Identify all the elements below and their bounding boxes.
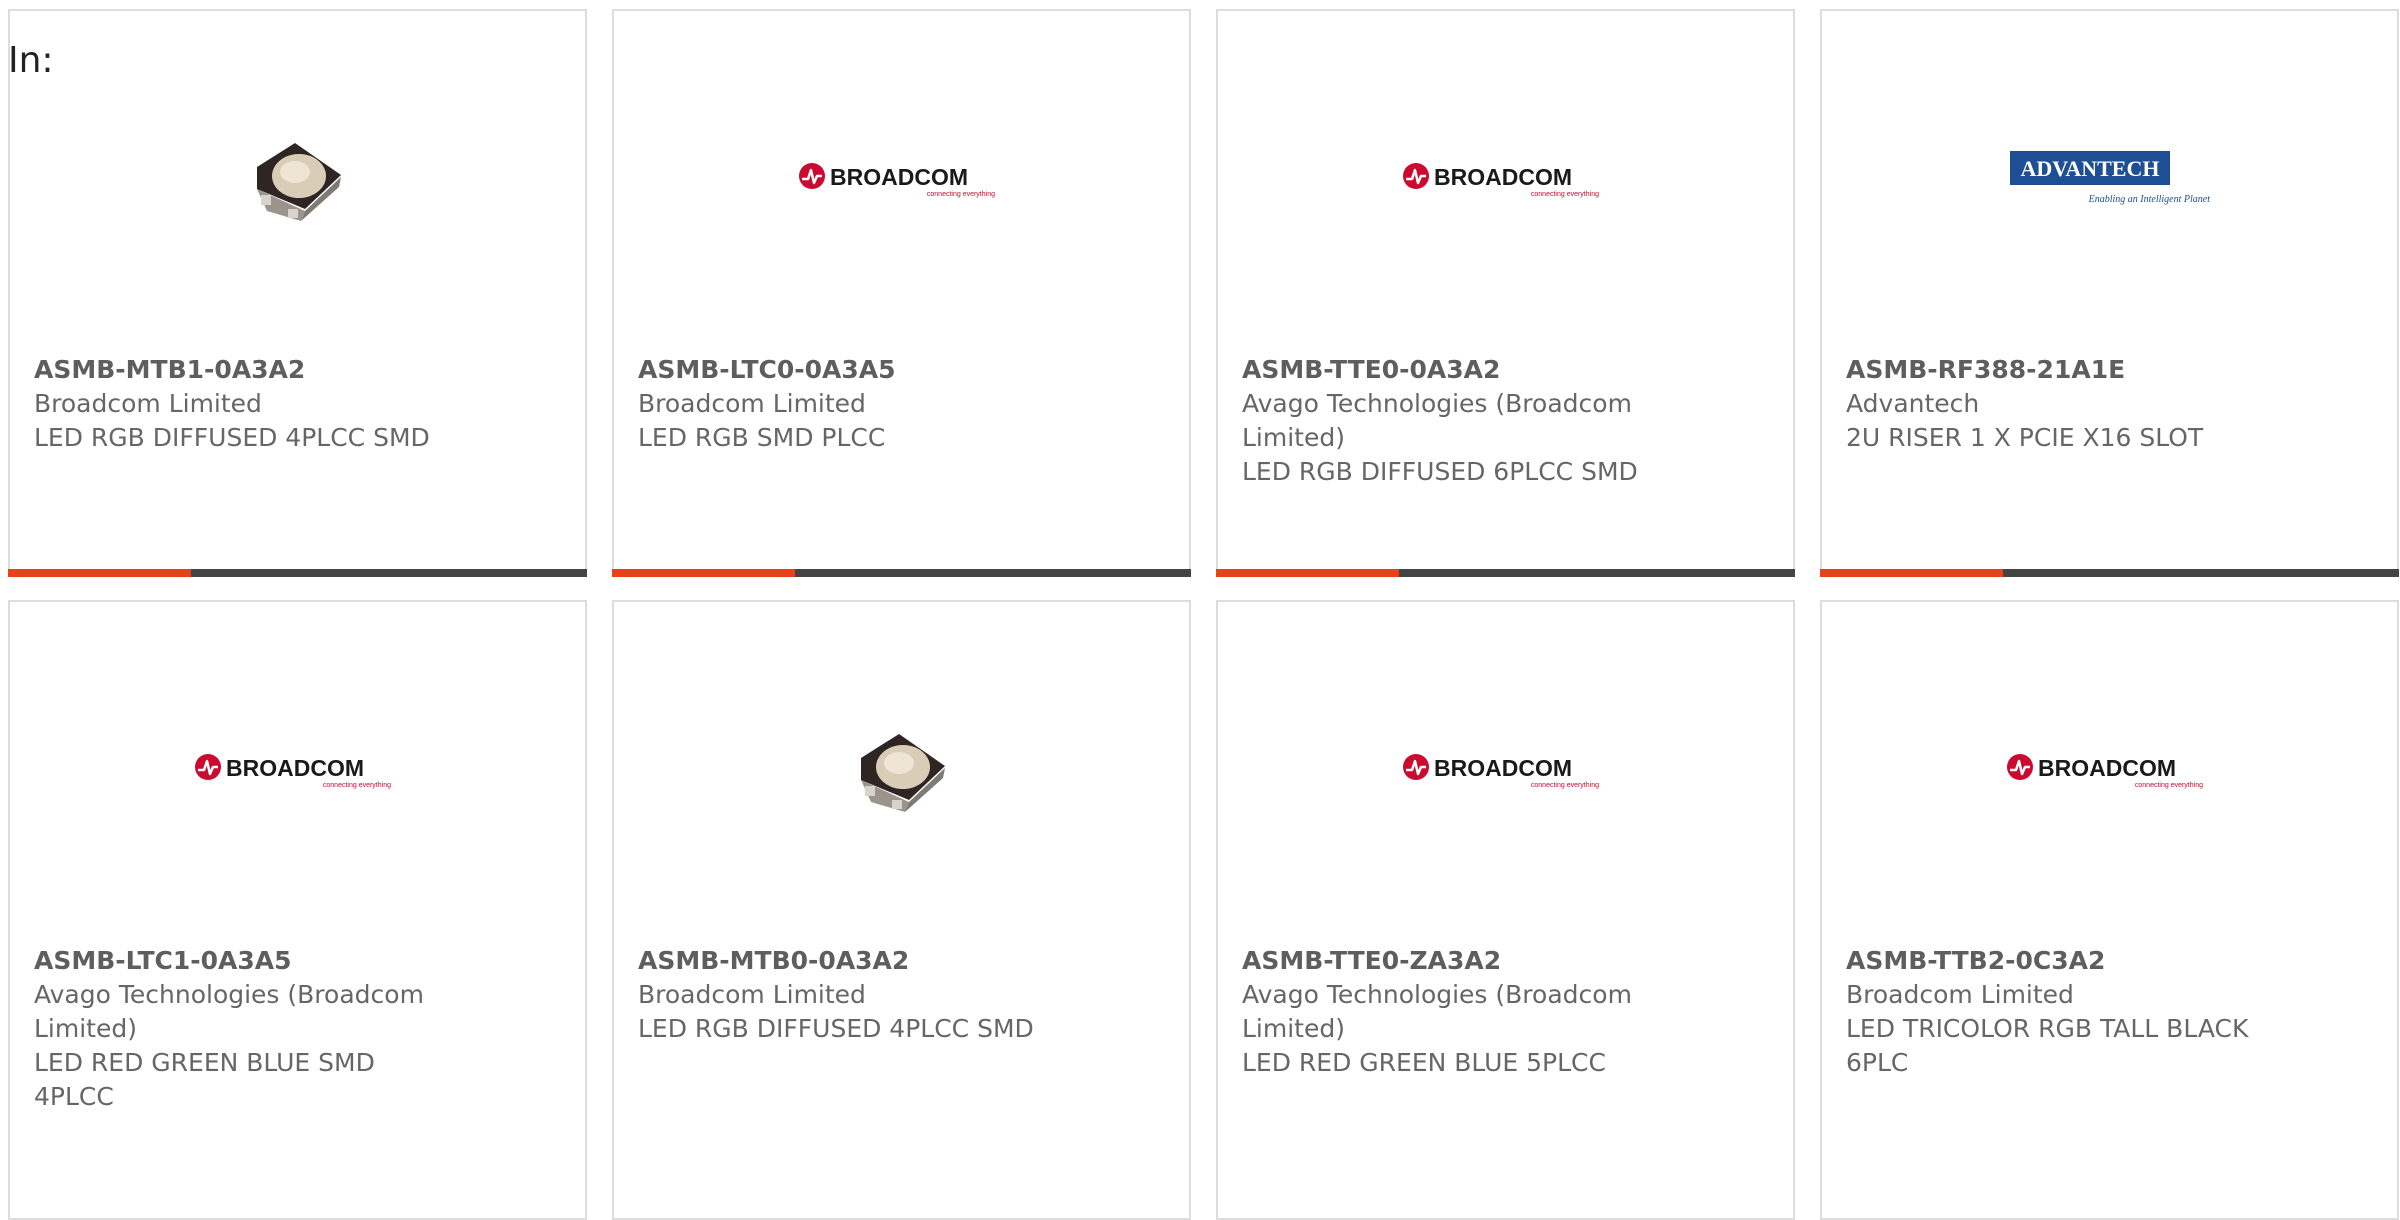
svg-text:BROADCOM: BROADCOM — [2038, 755, 2176, 781]
card-footer-bar — [612, 569, 1191, 577]
part-number[interactable]: ASMB-TTE0-0A3A2 — [1242, 353, 1662, 387]
product-card[interactable]: ASMB-MTB0-0A3A2 Broadcom Limited LED RGB… — [612, 600, 1191, 1220]
svg-text:BROADCOM: BROADCOM — [1434, 164, 1572, 190]
description: LED RED GREEN BLUE SMD 4PLCC — [34, 1048, 375, 1111]
part-number[interactable]: ASMB-MTB0-0A3A2 — [638, 944, 1058, 978]
part-number[interactable]: ASMB-LTC1-0A3A5 — [34, 944, 454, 978]
product-image: BROADCOM connecting everything — [1218, 707, 1793, 832]
svg-text:BROADCOM: BROADCOM — [226, 755, 364, 781]
product-info: ASMB-TTE0-ZA3A2 Avago Technologies (Broa… — [1242, 944, 1662, 1080]
description: LED TRICOLOR RGB TALL BLACK 6PLC — [1846, 1014, 2249, 1077]
svg-text:ADVANTECH: ADVANTECH — [2020, 156, 2159, 181]
product-card[interactable]: BROADCOM connecting everything ASMB-TTE0… — [1216, 9, 1795, 577]
description: LED RGB DIFFUSED 4PLCC SMD — [34, 423, 430, 452]
part-number[interactable]: ASMB-MTB1-0A3A2 — [34, 353, 454, 387]
description: LED RGB DIFFUSED 4PLCC SMD — [638, 1014, 1034, 1043]
product-card[interactable]: ADVANTECH Enabling an Intelligent Planet… — [1820, 9, 2399, 577]
card-footer-bar — [1820, 569, 2399, 577]
product-card[interactable]: BROADCOM connecting everything ASMB-LTC1… — [8, 600, 587, 1220]
description: 2U RISER 1 X PCIE X16 SLOT — [1846, 423, 2204, 452]
manufacturer: Broadcom Limited — [638, 980, 866, 1009]
svg-text:connecting everything: connecting everything — [1530, 191, 1598, 198]
description: LED RGB SMD PLCC — [638, 423, 886, 452]
broadcom-logo: BROADCOM connecting everything — [1402, 162, 1599, 198]
product-info: ASMB-MTB0-0A3A2 Broadcom Limited LED RGB… — [638, 944, 1058, 1046]
led-image — [860, 733, 945, 812]
manufacturer: Avago Technologies (Broadcom Limited) — [1242, 980, 1632, 1043]
product-grid: ASMB-MTB1-0A3A2 Broadcom Limited LED RGB… — [8, 9, 2400, 1220]
part-number[interactable]: ASMB-RF388-21A1E — [1846, 353, 2266, 387]
card-footer-bar — [8, 569, 587, 577]
svg-text:connecting everything: connecting everything — [2134, 782, 2202, 789]
part-number[interactable]: ASMB-TTB2-0C3A2 — [1846, 944, 2266, 978]
product-image — [614, 707, 1189, 832]
product-info: ASMB-LTC0-0A3A5 Broadcom Limited LED RGB… — [638, 353, 1058, 455]
part-number[interactable]: ASMB-LTC0-0A3A5 — [638, 353, 1058, 387]
svg-text:BROADCOM: BROADCOM — [1434, 755, 1572, 781]
broadcom-logo: BROADCOM connecting everything — [1402, 753, 1599, 789]
product-info: ASMB-TTE0-0A3A2 Avago Technologies (Broa… — [1242, 353, 1662, 489]
product-image: BROADCOM connecting everything — [1822, 707, 2397, 832]
led-image — [256, 142, 341, 221]
broadcom-logo: BROADCOM connecting everything — [194, 753, 391, 789]
product-info: ASMB-RF388-21A1E Advantech 2U RISER 1 X … — [1846, 353, 2266, 455]
advantech-logo: ADVANTECH Enabling an Intelligent Planet — [2009, 150, 2210, 205]
manufacturer: Broadcom Limited — [34, 389, 262, 418]
svg-text:Enabling an Intelligent Planet: Enabling an Intelligent Planet — [2087, 194, 2210, 205]
svg-text:connecting everything: connecting everything — [1530, 782, 1598, 789]
manufacturer: Avago Technologies (Broadcom Limited) — [34, 980, 424, 1043]
svg-text:connecting everything: connecting everything — [322, 782, 390, 789]
broadcom-logo: BROADCOM connecting everything — [2006, 753, 2203, 789]
product-card[interactable]: ASMB-MTB1-0A3A2 Broadcom Limited LED RGB… — [8, 9, 587, 577]
product-image: BROADCOM connecting everything — [10, 707, 585, 832]
manufacturer: Advantech — [1846, 389, 1980, 418]
product-card[interactable]: BROADCOM connecting everything ASMB-TTB2… — [1820, 600, 2399, 1220]
part-number[interactable]: ASMB-TTE0-ZA3A2 — [1242, 944, 1662, 978]
description: LED RGB DIFFUSED 6PLCC SMD — [1242, 457, 1638, 486]
manufacturer: Broadcom Limited — [638, 389, 866, 418]
product-info: ASMB-TTB2-0C3A2 Broadcom Limited LED TRI… — [1846, 944, 2266, 1080]
product-image: BROADCOM connecting everything — [614, 116, 1189, 241]
svg-text:connecting everything: connecting everything — [926, 191, 994, 198]
product-image: BROADCOM connecting everything — [1218, 116, 1793, 241]
product-image — [10, 116, 585, 241]
manufacturer: Broadcom Limited — [1846, 980, 2074, 1009]
in-label: In: — [8, 40, 54, 81]
product-info: ASMB-LTC1-0A3A5 Avago Technologies (Broa… — [34, 944, 454, 1114]
product-card[interactable]: BROADCOM connecting everything ASMB-TTE0… — [1216, 600, 1795, 1220]
product-card[interactable]: BROADCOM connecting everything ASMB-LTC0… — [612, 9, 1191, 577]
manufacturer: Avago Technologies (Broadcom Limited) — [1242, 389, 1632, 452]
description: LED RED GREEN BLUE 5PLCC — [1242, 1048, 1606, 1077]
svg-text:BROADCOM: BROADCOM — [830, 164, 968, 190]
product-info: ASMB-MTB1-0A3A2 Broadcom Limited LED RGB… — [34, 353, 454, 455]
product-image: ADVANTECH Enabling an Intelligent Planet — [1822, 116, 2397, 241]
broadcom-logo: BROADCOM connecting everything — [798, 162, 995, 198]
card-footer-bar — [1216, 569, 1795, 577]
